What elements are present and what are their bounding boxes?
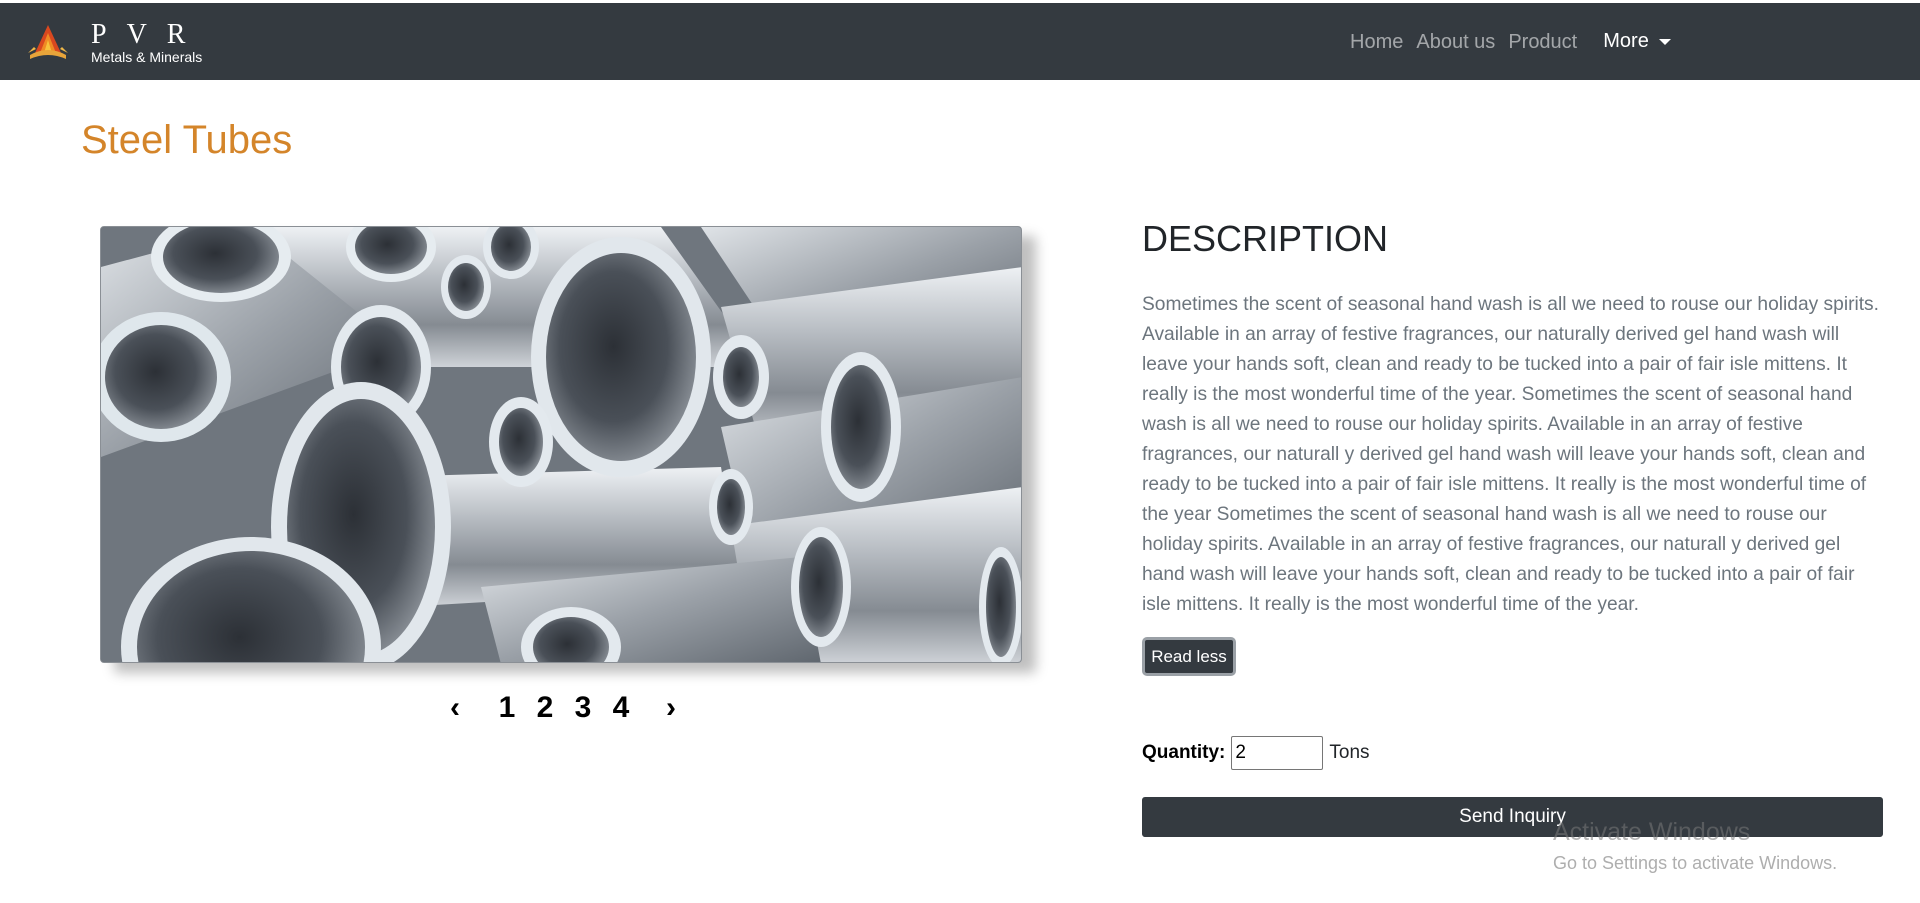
flame-logo-icon (28, 25, 68, 59)
caret-down-icon (1658, 38, 1671, 45)
nav-link-about-us[interactable]: About us (1416, 31, 1495, 54)
description-heading: DESCRIPTION (1142, 218, 1389, 259)
brand-title: PVR (91, 19, 206, 50)
quantity-row: Quantity: Tons (1142, 735, 1370, 771)
product-image (100, 226, 1022, 663)
description-text: Sometimes the scent of seasonal hand was… (1142, 294, 1879, 615)
quantity-unit: Tons (1329, 742, 1370, 763)
send-inquiry-button[interactable]: Send Inquiry (1142, 797, 1883, 837)
top-navbar: PVR Metals & Minerals Home About us Prod… (0, 3, 1920, 80)
quantity-input[interactable] (1231, 736, 1324, 770)
page-button-1[interactable]: 1 (488, 691, 526, 725)
page-button-3[interactable]: 3 (564, 691, 602, 725)
read-less-button[interactable]: Read less (1142, 637, 1236, 676)
nav-more-dropdown[interactable]: More (1603, 30, 1671, 53)
prev-arrow-icon[interactable]: ‹ (440, 691, 470, 725)
next-arrow-icon[interactable]: › (656, 691, 686, 725)
quantity-label: Quantity: (1142, 742, 1226, 763)
image-pagination: ‹ 1 2 3 4 › (440, 688, 686, 728)
page-button-4[interactable]: 4 (602, 691, 640, 725)
brand-link[interactable]: PVR Metals & Minerals (28, 19, 208, 67)
steel-tubes-illustration (101, 227, 1021, 662)
brand-subtitle: Metals & Minerals (91, 49, 203, 65)
nav-link-product[interactable]: Product (1508, 31, 1577, 54)
nav-link-home[interactable]: Home (1350, 31, 1403, 54)
activate-windows-title: Activate Windows (1553, 818, 1751, 846)
nav-links: Home About us Product More (1350, 3, 1671, 80)
activate-windows-subtitle: Go to Settings to activate Windows. (1553, 853, 1838, 873)
page-button-2[interactable]: 2 (526, 691, 564, 725)
page-title: Steel Tubes (81, 118, 293, 162)
nav-more-label: More (1603, 30, 1649, 52)
